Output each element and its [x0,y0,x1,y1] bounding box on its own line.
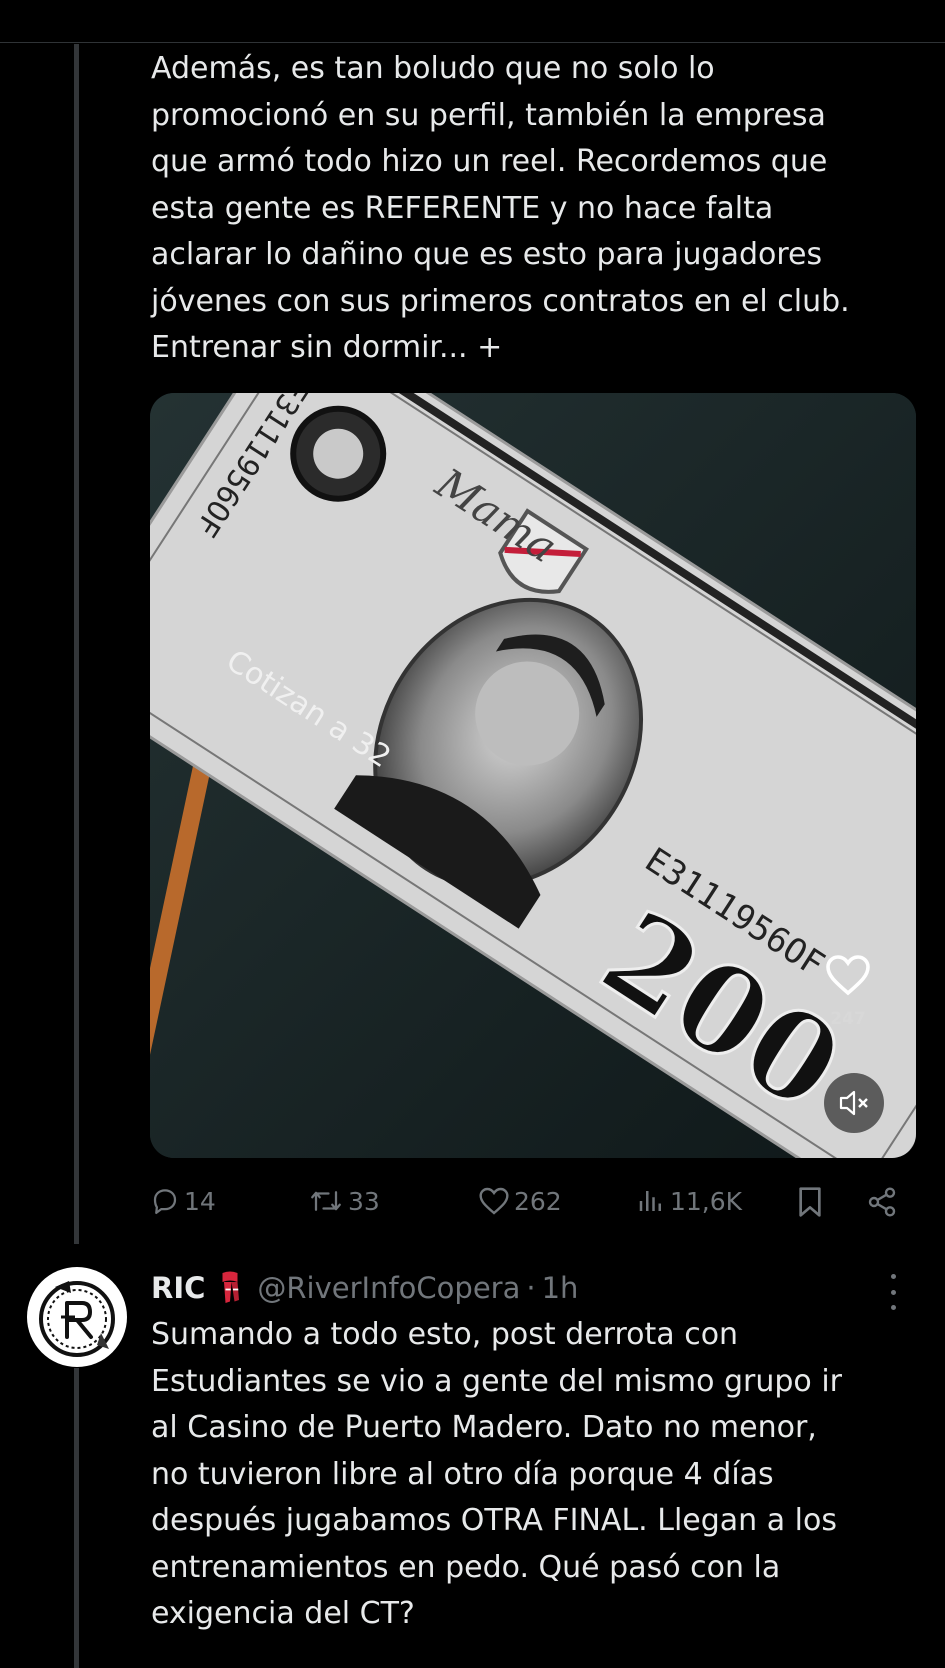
more-dot-icon [890,1289,896,1295]
more-options-button[interactable] [886,1274,900,1310]
repost-count: 33 [348,1186,380,1216]
reply-author-name[interactable]: RIC [151,1271,205,1305]
more-dot-icon [890,1274,896,1279]
more-dot-icon [890,1305,896,1310]
thread-connector-line [74,1368,79,1668]
view-count: 11,6K [670,1186,743,1216]
scarf-emoji-icon [222,1271,240,1303]
heart-outline-icon [826,955,870,996]
bookmark-icon [799,1187,821,1217]
reply-text: Sumando a todo esto, post derrota con Es… [151,1317,842,1631]
reply-header: RIC @RiverInfoCopera · 1h [151,1268,578,1308]
views-button[interactable]: 11,6K [636,1186,742,1216]
bar-chart-icon [639,1191,661,1211]
like-button[interactable]: 262 [478,1186,562,1216]
thread-connector-line [74,44,79,1244]
reply-timestamp[interactable]: 1h [542,1271,579,1305]
share-button[interactable] [866,1186,902,1218]
mute-button[interactable] [824,1073,884,1133]
avatar[interactable] [27,1267,127,1367]
video-like-overlay[interactable]: 247 [820,953,876,1029]
share-icon [868,1187,896,1217]
top-divider [0,42,945,43]
like-count: 262 [514,1186,562,1216]
video-like-count: 247 [830,1009,866,1029]
meta-separator: · [526,1271,536,1305]
heart-icon [479,1187,509,1215]
reply-icon [153,1189,177,1214]
repost-icon [311,1191,341,1211]
reply-button[interactable]: 14 [150,1186,216,1216]
tweet-video[interactable]: Mama E3111956OF Cotizan a 32 E3111956OF … [150,393,916,1158]
bookmark-button[interactable] [796,1186,828,1218]
tweet-text: Además, es tan boludo que no solo lo pro… [151,51,850,365]
reply-author-handle[interactable]: @RiverInfoCopera [257,1271,520,1305]
ric-logo-icon [29,1269,125,1365]
reply-count: 14 [184,1186,216,1216]
repost-button[interactable]: 33 [308,1186,380,1216]
tweet-actions-bar: 14 33 262 11,6K [150,1186,900,1222]
video-frame: Mama E3111956OF Cotizan a 32 E3111956OF … [150,393,916,1158]
speaker-muted-icon [839,1090,868,1116]
